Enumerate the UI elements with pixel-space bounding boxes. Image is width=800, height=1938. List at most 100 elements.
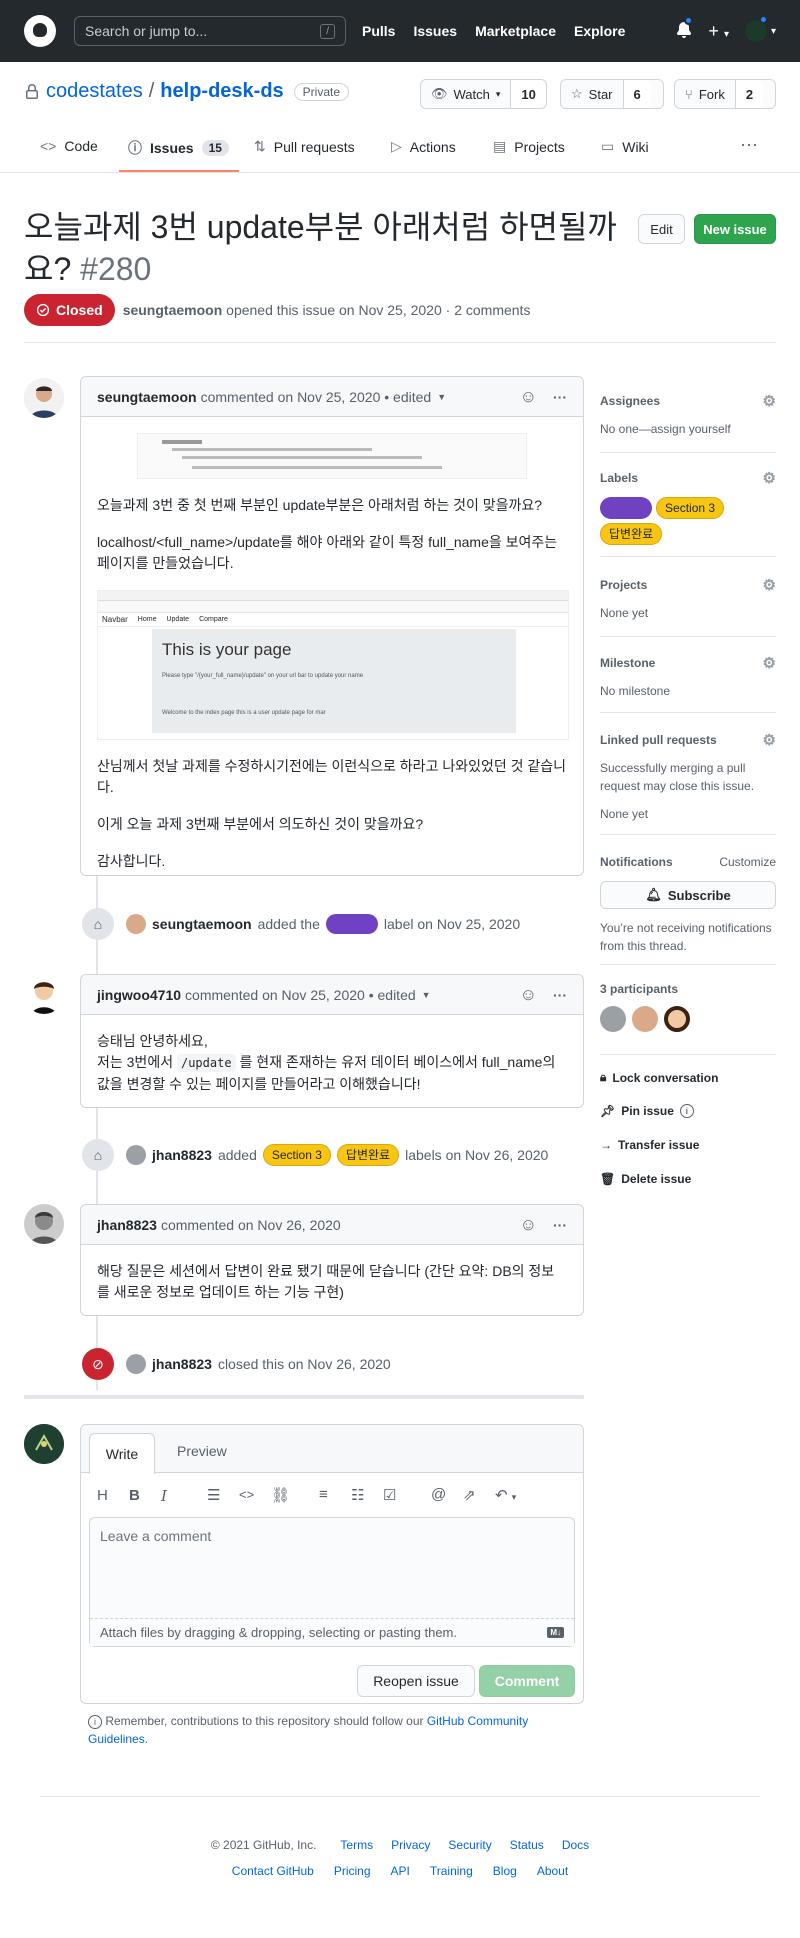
label-answer-done[interactable]: 답변완료 bbox=[600, 523, 663, 545]
avatar[interactable] bbox=[24, 1204, 64, 1244]
unordered-list-icon[interactable]: ≡ bbox=[319, 1486, 328, 1503]
footer-link-terms[interactable]: Terms bbox=[340, 1838, 373, 1852]
issue-opened-icon: ⓘ bbox=[128, 140, 142, 156]
tab-code[interactable]: <> Code bbox=[40, 138, 98, 154]
event-author[interactable]: seungtaemoon bbox=[152, 916, 252, 932]
edit-title-button[interactable]: Edit bbox=[638, 214, 685, 244]
avatar[interactable] bbox=[632, 1006, 658, 1032]
footer-link-docs[interactable]: Docs bbox=[562, 1838, 589, 1852]
label-answer-done[interactable]: 답변완료 bbox=[336, 1144, 400, 1166]
avatar[interactable] bbox=[126, 1145, 146, 1165]
nav-pulls[interactable]: Pulls bbox=[362, 23, 395, 39]
label-section-3[interactable]: Section 3 bbox=[262, 1144, 331, 1166]
delete-issue-link[interactable]: 🗑︎ Delete issue bbox=[600, 1172, 691, 1186]
smiley-icon[interactable]: ☺ bbox=[520, 1215, 537, 1235]
bold-icon[interactable]: B bbox=[129, 1487, 140, 1504]
notifications-bell-icon[interactable] bbox=[676, 15, 694, 41]
heading-icon[interactable]: H bbox=[97, 1487, 108, 1504]
lock-conversation-link[interactable]: 🔒︎ Lock conversation bbox=[600, 1070, 718, 1085]
link-icon[interactable]: ⛓ bbox=[271, 1486, 290, 1504]
subscribe-button[interactable]: 🔔︎ Subscribe bbox=[600, 881, 776, 909]
new-issue-button[interactable]: New issue bbox=[694, 214, 776, 244]
ordered-list-icon[interactable]: ☷ bbox=[351, 1486, 364, 1504]
avatar[interactable] bbox=[126, 914, 146, 934]
event-author[interactable]: jhan8823 bbox=[152, 1356, 212, 1372]
kebab-horizontal-icon[interactable]: ··· bbox=[553, 1217, 567, 1233]
comment-button[interactable]: Comment bbox=[479, 1665, 575, 1697]
avatar[interactable] bbox=[24, 378, 64, 418]
smiley-icon[interactable]: ☺ bbox=[520, 985, 537, 1005]
star-count[interactable]: 6 bbox=[622, 80, 651, 108]
footer-link-api[interactable]: API bbox=[391, 1864, 410, 1878]
chevron-down-icon[interactable]: ▼ bbox=[422, 990, 431, 1000]
gear-icon[interactable]: ⚙ bbox=[763, 654, 776, 672]
more-tabs-kebab-icon[interactable]: ··· bbox=[740, 134, 758, 155]
comment-author[interactable]: jingwoo4710 bbox=[97, 987, 181, 1003]
code-icon[interactable]: <> bbox=[239, 1487, 254, 1502]
footer-link-security[interactable]: Security bbox=[448, 1838, 491, 1852]
assignees-value[interactable]: No one—assign yourself bbox=[600, 420, 776, 438]
pin-issue-link[interactable]: 📌︎ Pin issue i bbox=[600, 1104, 694, 1118]
watch-button[interactable]: 👁 Watch ▾ 10 bbox=[420, 79, 547, 109]
issue-author[interactable]: seungtaemoon bbox=[123, 302, 223, 318]
avatar[interactable] bbox=[126, 1354, 146, 1374]
avatar[interactable] bbox=[600, 1006, 626, 1032]
footer-link-about[interactable]: About bbox=[537, 1864, 568, 1878]
tab-projects[interactable]: ▤ Projects bbox=[493, 138, 565, 155]
github-logo-icon[interactable] bbox=[24, 15, 56, 47]
gear-icon[interactable]: ⚙ bbox=[763, 731, 776, 749]
smiley-icon[interactable]: ☺ bbox=[520, 387, 537, 407]
tab-actions[interactable]: ▷ Actions bbox=[391, 138, 456, 155]
tab-pull-requests[interactable]: ⇅ Pull requests bbox=[254, 138, 355, 155]
gear-icon[interactable]: ⚙ bbox=[763, 469, 776, 487]
repo-name-link[interactable]: help-desk-ds bbox=[160, 80, 283, 103]
chevron-down-icon[interactable]: ▼ bbox=[437, 392, 446, 402]
cross-reference-icon[interactable]: ⇗ bbox=[463, 1486, 476, 1504]
gear-icon[interactable]: ⚙ bbox=[763, 576, 776, 594]
tab-preview[interactable]: Preview bbox=[177, 1443, 227, 1459]
footer-link-status[interactable]: Status bbox=[510, 1838, 544, 1852]
avatar[interactable] bbox=[24, 974, 64, 1014]
tasklist-icon[interactable]: ☑ bbox=[383, 1486, 396, 1504]
footer-link-pricing[interactable]: Pricing bbox=[334, 1864, 371, 1878]
label-assign[interactable]: Assign bbox=[325, 914, 378, 934]
nav-issues[interactable]: Issues bbox=[413, 23, 457, 39]
quote-icon[interactable]: ☰ bbox=[207, 1486, 220, 1504]
search-input[interactable]: Search or jump to... / bbox=[74, 16, 346, 46]
comment-author[interactable]: seungtaemoon bbox=[97, 389, 197, 405]
kebab-horizontal-icon[interactable]: ··· bbox=[553, 389, 567, 405]
customize-link[interactable]: Customize bbox=[719, 855, 776, 869]
markdown-icon[interactable]: M↓ bbox=[547, 1627, 564, 1638]
user-avatar-menu[interactable]: ▾ bbox=[744, 15, 776, 42]
comment-textarea[interactable]: Leave a comment Attach files by dragging… bbox=[89, 1517, 575, 1647]
label-section-3[interactable]: Section 3 bbox=[656, 497, 725, 519]
footer-link-privacy[interactable]: Privacy bbox=[391, 1838, 430, 1852]
reply-icon[interactable]: ↶ ▾ bbox=[495, 1486, 516, 1504]
mention-icon[interactable]: @ bbox=[431, 1486, 446, 1503]
kebab-horizontal-icon[interactable]: ··· bbox=[553, 987, 567, 1003]
star-button[interactable]: ☆ Star 6 bbox=[560, 79, 664, 109]
watch-count[interactable]: 10 bbox=[510, 80, 546, 108]
label-assign[interactable]: Assign bbox=[600, 497, 653, 519]
tab-write[interactable]: Write bbox=[89, 1433, 155, 1474]
fork-button[interactable]: ⑂ Fork 2 bbox=[674, 79, 776, 109]
repo-owner-link[interactable]: codestates bbox=[46, 80, 143, 103]
italic-icon[interactable]: I bbox=[161, 1487, 167, 1505]
avatar[interactable] bbox=[24, 1424, 64, 1464]
nav-marketplace[interactable]: Marketplace bbox=[475, 23, 556, 39]
footer-link-blog[interactable]: Blog bbox=[493, 1864, 517, 1878]
tab-wiki[interactable]: ▭ Wiki bbox=[601, 138, 649, 155]
transfer-issue-link[interactable]: → Transfer issue bbox=[600, 1138, 699, 1152]
footer-link-contact[interactable]: Contact GitHub bbox=[232, 1864, 314, 1878]
create-new-plus-icon[interactable]: + ▾ bbox=[708, 21, 729, 42]
attach-files-bar[interactable]: Attach files by dragging & dropping, sel… bbox=[90, 1618, 574, 1646]
footer-link-training[interactable]: Training bbox=[430, 1864, 473, 1878]
comment-author[interactable]: jhan8823 bbox=[97, 1217, 157, 1233]
fork-count[interactable]: 2 bbox=[734, 80, 764, 108]
nav-explore[interactable]: Explore bbox=[574, 23, 625, 39]
tab-issues[interactable]: ⓘ Issues 15 bbox=[128, 138, 229, 158]
reopen-issue-button[interactable]: Reopen issue bbox=[357, 1665, 475, 1697]
avatar[interactable] bbox=[664, 1006, 690, 1032]
gear-icon[interactable]: ⚙ bbox=[763, 392, 776, 410]
event-author[interactable]: jhan8823 bbox=[152, 1147, 212, 1163]
